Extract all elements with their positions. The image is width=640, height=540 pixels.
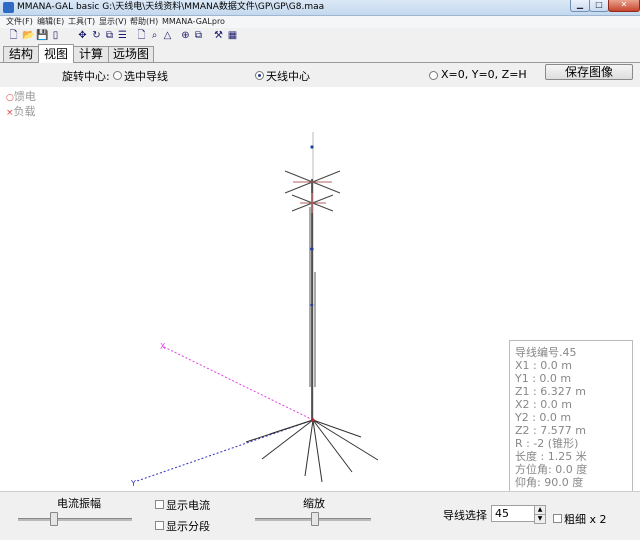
triangle-icon[interactable]: △: [162, 30, 173, 41]
menu-help[interactable]: 帮助(H): [130, 16, 158, 28]
wire-y1: Y1 : 0.0 m: [515, 372, 572, 385]
current-amplitude-label: 电流振幅: [57, 497, 101, 510]
radio-antenna-center-label[interactable]: 天线中心: [266, 68, 310, 84]
menu-mmana-gal-pro[interactable]: MMANA-GALpro: [162, 16, 225, 28]
rotation-center-bar: 旋转中心: 选中导线 天线中心 X=0, Y=0, Z=H 保存图像: [0, 63, 640, 87]
target-icon[interactable]: ⊕: [180, 30, 191, 41]
radial-7: [312, 419, 379, 461]
tab-strip: 结构 视图 计算 远场图: [0, 44, 640, 63]
radial-6: [312, 419, 353, 473]
window-title: MMANA-GAL basic G:\天线电\天线资料\MMANA数据文件\GP…: [17, 2, 325, 12]
zoom-label: 缩放: [303, 497, 325, 510]
wire-elevation: 仰角: 90.0 度: [515, 476, 584, 489]
menu-edit[interactable]: 编辑(E): [37, 16, 64, 28]
radio-antenna-center[interactable]: [255, 71, 264, 80]
wire-select-label: 导线选择: [443, 509, 487, 522]
move-icon[interactable]: ✥: [77, 30, 88, 41]
wire-number: 导线编号.45: [515, 346, 577, 359]
save-image-button[interactable]: 保存图像: [545, 64, 633, 80]
toolbar: 🗋 📂 💾 ▯ ✥ ↻ ⧉ ☰ 🗋 ⌕ △ ⊕ ⧉ ⚒ ▦: [0, 29, 640, 44]
tab-structure[interactable]: 结构: [3, 46, 39, 62]
show-current-label[interactable]: 显示电流: [166, 497, 210, 513]
document-icon[interactable]: ▯: [50, 30, 61, 41]
top-node: [310, 145, 314, 149]
radial-2: [245, 419, 314, 443]
save-icon[interactable]: 💾: [36, 30, 48, 41]
open-folder-icon[interactable]: 📂: [22, 30, 34, 41]
wire-select-spin-down[interactable]: ▼: [534, 514, 546, 524]
tab-view[interactable]: 视图: [38, 44, 74, 63]
wire-azimuth: 方位角: 0.0 度: [515, 463, 588, 476]
tools-icon[interactable]: ⚒: [213, 30, 224, 41]
current-amplitude-track[interactable]: [18, 518, 132, 521]
lines-icon[interactable]: ☰: [117, 30, 128, 41]
tab-calculate[interactable]: 计算: [73, 46, 109, 62]
rotate-icon[interactable]: ↻: [91, 30, 102, 41]
title-bar: MMANA-GAL basic G:\天线电\天线资料\MMANA数据文件\GP…: [0, 0, 640, 16]
zoom-icon[interactable]: ⌕: [149, 30, 160, 41]
radio-selected-wire-label[interactable]: 选中导线: [124, 68, 168, 84]
graph-icon[interactable]: ⧉: [104, 30, 115, 41]
thick-x2-label[interactable]: 粗细 x 2: [564, 511, 607, 527]
tab-far-field[interactable]: 远场图: [108, 46, 154, 62]
lower-node: [310, 303, 314, 307]
wire-z2: Z2 : 7.577 m: [515, 424, 586, 437]
radial-4: [304, 419, 314, 477]
wire-y2: Y2 : 0.0 m: [515, 411, 572, 424]
new-file-icon[interactable]: 🗋: [8, 30, 19, 41]
menu-bar: 文件(F) 编辑(E) 工具(T) 显示(V) 帮助(H) MMANA-GALp…: [0, 16, 640, 28]
wire-x1: X1 : 0.0 m: [515, 359, 572, 372]
calculator-icon[interactable]: ▦: [227, 30, 238, 41]
zoom-slider[interactable]: [311, 512, 320, 526]
page-icon[interactable]: 🗋: [136, 30, 147, 41]
app-icon: [3, 2, 14, 13]
radial-5: [312, 419, 323, 483]
wire-z1: Z1 : 6.327 m: [515, 385, 586, 398]
app-window: MMANA-GAL basic G:\天线电\天线资料\MMANA数据文件\GP…: [0, 0, 640, 540]
close-button[interactable]: ✕: [608, 0, 640, 12]
x-axis: [161, 345, 314, 421]
menu-tools[interactable]: 工具(T): [68, 16, 95, 28]
show-segments-label[interactable]: 显示分段: [166, 518, 210, 534]
show-current-checkbox[interactable]: [155, 500, 164, 509]
wire-info-panel: 导线编号.45 X1 : 0.0 m Y1 : 0.0 m Z1 : 6.327…: [509, 340, 633, 494]
wire-x2: X2 : 0.0 m: [515, 398, 572, 411]
maximize-button[interactable]: □: [589, 0, 609, 12]
mid-node: [310, 247, 314, 251]
minimize-button[interactable]: ▁: [570, 0, 590, 12]
wire-length: 长度 : 1.25 米: [515, 450, 587, 463]
bottom-controls: 电流振幅 显示电流 显示分段 缩放 导线选择 45 ▲ ▼ 粗细 x 2: [0, 491, 640, 540]
x-axis-label: X: [160, 342, 166, 351]
copy-icon[interactable]: ⧉: [193, 30, 204, 41]
current-amplitude-slider[interactable]: [49, 512, 58, 526]
wire-select-input[interactable]: 45: [491, 505, 536, 522]
y-axis-label: Y: [130, 479, 136, 488]
show-segments-checkbox[interactable]: [155, 521, 164, 530]
feed-point: [311, 418, 315, 422]
radial-3: [261, 419, 314, 460]
menu-file[interactable]: 文件(F): [6, 16, 33, 28]
radio-origin-h[interactable]: [429, 71, 438, 80]
wire-radius: R : -2 (锥形): [515, 437, 579, 450]
thick-x2-checkbox[interactable]: [553, 514, 562, 523]
rotation-center-label: 旋转中心:: [62, 70, 110, 83]
radio-origin-h-label[interactable]: X=0, Y=0, Z=H: [441, 68, 527, 81]
menu-view[interactable]: 显示(V): [99, 16, 127, 28]
radio-selected-wire[interactable]: [113, 71, 122, 80]
